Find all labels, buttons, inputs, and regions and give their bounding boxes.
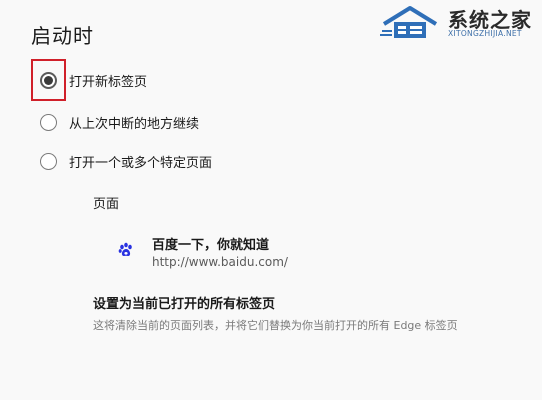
option-label: 打开新标签页: [69, 74, 148, 90]
page-entry-title: 百度一下，你就知道: [152, 238, 270, 253]
option-new-tab[interactable]: 打开新标签页: [40, 69, 147, 91]
radio-button[interactable]: [40, 152, 57, 170]
baidu-paw-icon: [118, 242, 132, 257]
set-current-tabs-link[interactable]: 设置为当前已打开的所有标签页: [93, 293, 275, 312]
option-label: 打开一个或多个特定页面: [69, 155, 213, 171]
option-specific-pages[interactable]: 打开一个或多个特定页面: [40, 150, 212, 172]
page-title: 启动时: [31, 24, 94, 48]
option-label: 从上次中断的地方继续: [69, 116, 200, 132]
option-continue-previous[interactable]: 从上次中断的地方继续: [40, 111, 199, 133]
page-entry-url: http://www.baidu.com/: [152, 255, 288, 269]
house-logo-icon: [380, 6, 438, 38]
radio-button[interactable]: [40, 113, 57, 131]
watermark-logo: 系统之家 XITONGZHIJIA.NET: [380, 2, 538, 42]
page-entry-baidu[interactable]: 百度一下，你就知道 http://www.baidu.com/: [118, 232, 378, 272]
radio-button-checked[interactable]: [40, 71, 57, 89]
watermark-url: XITONGZHIJIA.NET: [448, 29, 522, 38]
radio-dot: [44, 75, 53, 85]
set-current-description: 这将清除当前的页面列表，并将它们替换为你当前打开的所有 Edge 标签页: [93, 319, 458, 332]
pages-section-label: 页面: [93, 197, 120, 212]
